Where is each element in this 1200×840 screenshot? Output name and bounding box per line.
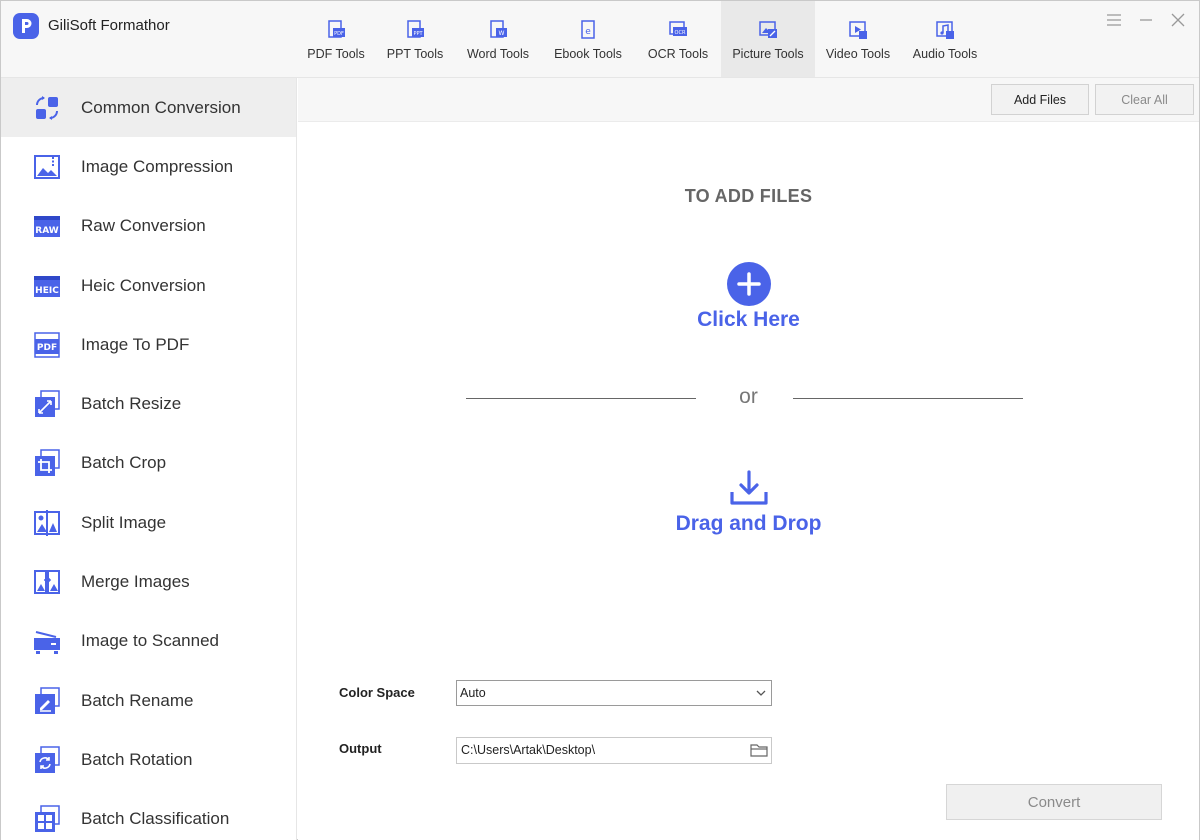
- tab-ppt-tools[interactable]: PPT PPT Tools: [375, 1, 455, 77]
- sidebar-item-split-image[interactable]: Split Image: [1, 493, 296, 552]
- video-tools-icon: [849, 21, 867, 39]
- svg-text:PDF: PDF: [334, 31, 344, 37]
- svg-text:RAW: RAW: [35, 226, 58, 236]
- pdf-icon: PDF: [34, 332, 60, 358]
- output-path-value: C:\Users\Artak\Desktop\: [461, 743, 596, 757]
- menu-icon[interactable]: [1105, 11, 1123, 29]
- divider-right: [793, 398, 1023, 399]
- click-here-link[interactable]: Click Here: [298, 308, 1199, 332]
- clear-all-button[interactable]: Clear All: [1095, 84, 1194, 115]
- svg-text:PPT: PPT: [413, 31, 423, 37]
- sidebar-item-merge-images[interactable]: Merge Images: [1, 552, 296, 611]
- svg-text:PDF: PDF: [37, 343, 57, 353]
- merge-images-icon: [34, 570, 60, 595]
- image-compression-icon: [34, 154, 60, 179]
- ppt-tools-icon: PPT: [407, 20, 424, 38]
- minimize-icon[interactable]: [1137, 11, 1155, 29]
- sidebar-item-raw-conversion[interactable]: RAW Raw Conversion: [1, 197, 296, 256]
- output-path-field[interactable]: C:\Users\Artak\Desktop\: [456, 737, 772, 764]
- svg-text:e: e: [585, 27, 591, 37]
- rename-icon: [35, 686, 60, 714]
- app-logo-icon: [13, 13, 39, 39]
- header: GiliSoft Formathor PDF PDF Tools PPT PPT…: [1, 1, 1199, 78]
- color-space-value: Auto: [460, 686, 486, 700]
- app-title: GiliSoft Formathor: [48, 17, 170, 34]
- close-icon[interactable]: [1169, 11, 1187, 29]
- convert-button[interactable]: Convert: [946, 784, 1162, 820]
- tab-ocr-tools[interactable]: OCR OCR Tools: [635, 1, 721, 77]
- tool-tabs: PDF PDF Tools PPT PPT Tools W Word Tools…: [297, 1, 989, 77]
- tab-pdf-tools[interactable]: PDF PDF Tools: [297, 1, 375, 77]
- sidebar-item-batch-rename[interactable]: Batch Rename: [1, 671, 296, 730]
- heic-icon: HEIC: [34, 275, 60, 297]
- sidebar-item-batch-crop[interactable]: Batch Crop: [1, 434, 296, 493]
- main-panel: Add Files Clear All TO ADD FILES Click H…: [298, 78, 1199, 840]
- color-space-select[interactable]: Auto: [456, 680, 772, 706]
- output-label: Output: [339, 741, 382, 756]
- app-window: GiliSoft Formathor PDF PDF Tools PPT PPT…: [0, 0, 1200, 840]
- window-controls: [1105, 11, 1187, 29]
- tab-audio-tools[interactable]: Audio Tools: [901, 1, 989, 77]
- file-toolbar: Add Files Clear All: [298, 78, 1199, 122]
- tab-word-tools[interactable]: W Word Tools: [455, 1, 541, 77]
- rotation-icon: [35, 746, 60, 773]
- pdf-tools-icon: PDF: [328, 20, 345, 38]
- sidebar-item-batch-resize[interactable]: Batch Resize: [1, 374, 296, 433]
- tab-ebook-tools[interactable]: e Ebook Tools: [541, 1, 635, 77]
- drag-and-drop-label: Drag and Drop: [675, 512, 822, 535]
- audio-tools-icon: [936, 21, 954, 39]
- resize-icon: [35, 390, 60, 418]
- tab-video-tools[interactable]: Video Tools: [815, 1, 901, 77]
- picture-tools-icon: [759, 21, 777, 38]
- sidebar-item-common-conversion[interactable]: Common Conversion: [1, 78, 296, 138]
- sidebar-item-heic-conversion[interactable]: HEIC Heic Conversion: [1, 256, 296, 315]
- ebook-tools-icon: e: [581, 20, 595, 39]
- split-image-icon: [34, 509, 60, 536]
- sidebar-item-image-compression[interactable]: Image Compression: [1, 137, 296, 196]
- word-tools-icon: W: [490, 20, 507, 38]
- scanner-icon: [34, 631, 60, 655]
- sidebar-item-image-to-pdf[interactable]: PDF Image To PDF: [1, 315, 296, 374]
- drop-zone-title: TO ADD FILES: [684, 186, 813, 206]
- color-space-label: Color Space: [339, 685, 415, 700]
- tab-picture-tools[interactable]: Picture Tools: [721, 1, 815, 77]
- svg-text:OCR: OCR: [675, 30, 686, 36]
- sidebar-item-image-to-scanned[interactable]: Image to Scanned: [1, 612, 296, 671]
- raw-icon: RAW: [34, 216, 60, 238]
- ocr-tools-icon: OCR: [669, 21, 687, 36]
- or-separator: or: [739, 385, 758, 408]
- sidebar-item-batch-classification[interactable]: Batch Classification: [1, 790, 296, 840]
- crop-icon: [35, 449, 60, 477]
- add-circle-icon[interactable]: [727, 262, 771, 306]
- folder-icon[interactable]: [750, 742, 768, 758]
- common-conversion-icon: [36, 95, 58, 120]
- classification-icon: [35, 805, 60, 833]
- sidebar: Common Conversion Image Compression RAW …: [1, 78, 297, 840]
- add-files-button[interactable]: Add Files: [991, 84, 1089, 115]
- chevron-down-icon: [756, 690, 766, 696]
- sidebar-item-batch-rotation[interactable]: Batch Rotation: [1, 730, 296, 789]
- download-icon: [730, 470, 768, 505]
- svg-text:W: W: [499, 30, 505, 37]
- svg-text:HEIC: HEIC: [35, 286, 59, 296]
